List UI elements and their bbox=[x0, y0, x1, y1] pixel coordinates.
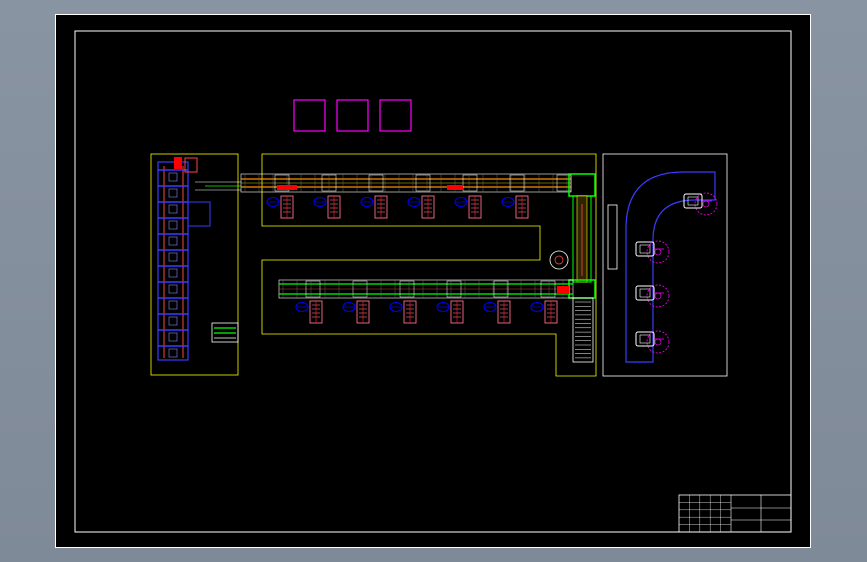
right-zone bbox=[602, 153, 728, 377]
robot-joint bbox=[654, 338, 662, 346]
title-block bbox=[678, 494, 792, 533]
robot-base bbox=[635, 331, 655, 347]
station bbox=[360, 195, 388, 219]
rack-slot bbox=[168, 252, 178, 262]
rack-slot bbox=[168, 316, 178, 326]
station bbox=[483, 300, 511, 324]
rack-slot bbox=[168, 220, 178, 230]
robot-joint bbox=[702, 200, 710, 208]
left-control-box bbox=[187, 201, 211, 227]
rack-slot bbox=[168, 284, 178, 294]
station bbox=[342, 300, 370, 324]
inspection-bay bbox=[336, 99, 369, 132]
lower-accent bbox=[557, 286, 569, 294]
transfer-conveyor bbox=[195, 181, 241, 191]
rack-slot bbox=[168, 236, 178, 246]
rack-slot bbox=[168, 172, 178, 182]
station bbox=[501, 195, 529, 219]
cad-viewport[interactable] bbox=[0, 0, 867, 562]
left-control-panel bbox=[211, 322, 239, 343]
robot-base bbox=[635, 285, 655, 301]
drawing-sheet[interactable] bbox=[55, 14, 811, 548]
station bbox=[454, 195, 482, 219]
station bbox=[436, 300, 464, 324]
middle-zone bbox=[240, 153, 597, 377]
rack-slot bbox=[168, 204, 178, 214]
rack-slot bbox=[168, 300, 178, 310]
inspection-bays bbox=[293, 99, 412, 132]
upper-accent bbox=[277, 185, 297, 190]
inspection-bay bbox=[293, 99, 326, 132]
rack-slot bbox=[168, 268, 178, 278]
robot-icon bbox=[683, 192, 718, 216]
right-zone-outline bbox=[602, 153, 728, 377]
layout-drawing bbox=[55, 14, 811, 548]
rack-slot bbox=[168, 188, 178, 198]
outfeed-chute bbox=[572, 297, 594, 363]
robot-base bbox=[635, 241, 655, 257]
robot-joint bbox=[654, 292, 662, 300]
rack-slot bbox=[168, 332, 178, 342]
station bbox=[530, 300, 558, 324]
corner-unit-top bbox=[568, 173, 596, 197]
upper-accent bbox=[447, 185, 463, 190]
right-panel bbox=[607, 204, 618, 270]
robot-joint bbox=[654, 248, 662, 256]
station bbox=[389, 300, 417, 324]
left-feeder-red bbox=[174, 157, 182, 169]
rack-slot bbox=[168, 348, 178, 358]
left-zone bbox=[150, 153, 241, 376]
station bbox=[407, 195, 435, 219]
inspection-bay bbox=[379, 99, 412, 132]
turn-table bbox=[549, 250, 569, 270]
station bbox=[295, 300, 323, 324]
station bbox=[313, 195, 341, 219]
outer-frame bbox=[55, 14, 811, 548]
station bbox=[266, 195, 294, 219]
